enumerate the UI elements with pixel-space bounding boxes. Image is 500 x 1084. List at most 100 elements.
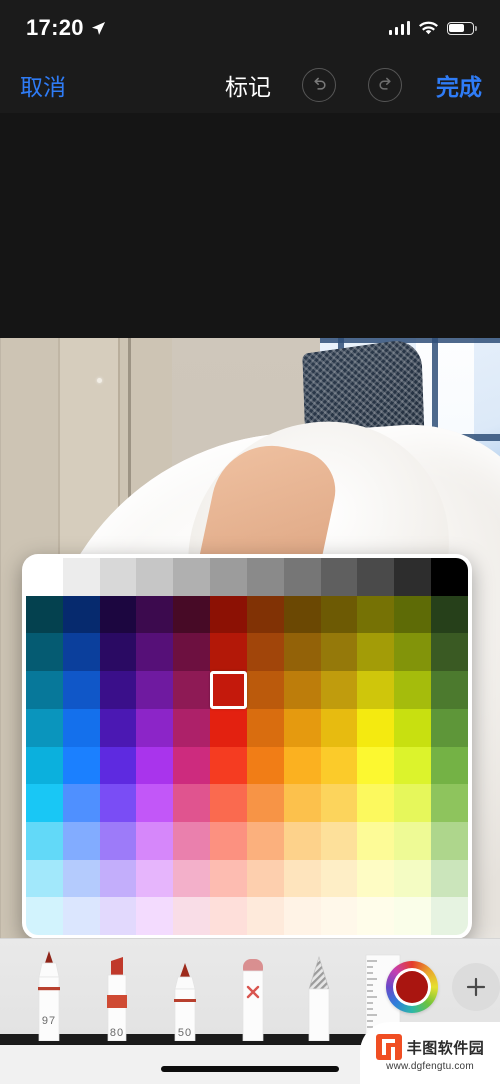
color-swatch[interactable] — [210, 746, 247, 785]
undo-button[interactable] — [302, 67, 336, 102]
color-swatch[interactable] — [62, 671, 100, 709]
color-swatch[interactable] — [210, 859, 247, 898]
color-swatch[interactable] — [173, 708, 211, 747]
color-swatch[interactable] — [62, 784, 100, 822]
color-swatch[interactable] — [357, 595, 395, 634]
color-swatch[interactable] — [99, 784, 137, 822]
color-swatch[interactable] — [320, 708, 358, 747]
color-swatch[interactable] — [431, 859, 468, 898]
color-swatch[interactable] — [320, 784, 358, 822]
color-swatch[interactable] — [173, 633, 211, 672]
color-swatch[interactable] — [173, 821, 211, 860]
color-swatch[interactable] — [62, 595, 100, 634]
color-swatch[interactable] — [357, 821, 395, 860]
color-swatch[interactable] — [320, 558, 358, 596]
color-swatch[interactable] — [283, 671, 321, 709]
color-swatch[interactable] — [99, 859, 137, 898]
color-swatch[interactable] — [246, 784, 284, 822]
color-swatch[interactable] — [246, 708, 284, 747]
redo-button[interactable] — [368, 67, 402, 102]
color-swatch[interactable] — [431, 784, 468, 822]
color-swatch[interactable] — [210, 897, 247, 935]
add-tool-button[interactable] — [452, 963, 500, 1011]
color-swatch[interactable] — [431, 595, 468, 634]
color-swatch[interactable] — [136, 859, 174, 898]
color-swatch[interactable] — [394, 821, 432, 860]
color-swatch[interactable] — [320, 821, 358, 860]
color-swatch[interactable] — [62, 746, 100, 785]
color-swatch[interactable] — [246, 671, 284, 709]
color-swatch[interactable] — [26, 784, 63, 822]
color-swatch[interactable] — [99, 633, 137, 672]
color-swatch[interactable] — [283, 746, 321, 785]
color-swatch[interactable] — [99, 558, 137, 596]
marker-tool[interactable]: 50 — [162, 949, 208, 1041]
color-swatch[interactable] — [99, 821, 137, 860]
color-swatch[interactable] — [320, 897, 358, 935]
color-swatch[interactable] — [246, 633, 284, 672]
color-swatch[interactable] — [320, 859, 358, 898]
cancel-button[interactable]: 取消 — [20, 68, 66, 102]
color-swatch[interactable] — [99, 897, 137, 935]
color-swatch[interactable] — [62, 558, 100, 596]
color-swatch[interactable] — [173, 859, 211, 898]
color-swatch[interactable] — [62, 897, 100, 935]
color-swatch[interactable] — [26, 897, 63, 935]
color-swatch[interactable] — [136, 746, 174, 785]
color-swatch[interactable] — [431, 558, 468, 596]
color-swatch[interactable] — [136, 708, 174, 747]
color-swatch[interactable] — [283, 784, 321, 822]
color-swatch[interactable] — [357, 633, 395, 672]
color-swatch[interactable] — [136, 821, 174, 860]
pen-tool[interactable]: 97 — [26, 949, 72, 1041]
color-swatch[interactable] — [26, 633, 63, 672]
color-swatch[interactable] — [283, 897, 321, 935]
color-swatch[interactable] — [357, 558, 395, 596]
color-swatch[interactable] — [283, 859, 321, 898]
color-swatch[interactable] — [320, 633, 358, 672]
color-swatch[interactable] — [62, 633, 100, 672]
color-swatch[interactable] — [357, 784, 395, 822]
color-swatch[interactable] — [26, 821, 63, 860]
color-swatch[interactable] — [283, 595, 321, 634]
color-picker-panel[interactable] — [22, 554, 472, 939]
color-swatch[interactable] — [210, 671, 247, 709]
color-swatch[interactable] — [173, 746, 211, 785]
color-swatch[interactable] — [136, 897, 174, 935]
color-swatch[interactable] — [210, 708, 247, 747]
color-swatch[interactable] — [136, 558, 174, 596]
color-swatch[interactable] — [26, 558, 63, 596]
color-swatch[interactable] — [173, 897, 211, 935]
color-swatch[interactable] — [431, 633, 468, 672]
color-swatch[interactable] — [394, 558, 432, 596]
color-swatch[interactable] — [26, 671, 63, 709]
color-swatch[interactable] — [431, 671, 468, 709]
color-swatch[interactable] — [210, 558, 247, 596]
color-swatch[interactable] — [173, 671, 211, 709]
color-swatch[interactable] — [394, 708, 432, 747]
color-swatch[interactable] — [62, 708, 100, 747]
color-swatch[interactable] — [246, 821, 284, 860]
color-swatch[interactable] — [26, 746, 63, 785]
color-swatch[interactable] — [431, 746, 468, 785]
color-swatch[interactable] — [246, 595, 284, 634]
color-swatch[interactable] — [173, 595, 211, 634]
color-swatch[interactable] — [136, 595, 174, 634]
color-swatch[interactable] — [173, 784, 211, 822]
color-swatch[interactable] — [394, 897, 432, 935]
color-swatch[interactable] — [357, 708, 395, 747]
color-swatch[interactable] — [394, 784, 432, 822]
color-swatch[interactable] — [246, 746, 284, 785]
color-swatch[interactable] — [210, 633, 247, 672]
color-swatch[interactable] — [210, 784, 247, 822]
color-swatch[interactable] — [283, 708, 321, 747]
color-swatch[interactable] — [431, 708, 468, 747]
color-swatch[interactable] — [26, 708, 63, 747]
color-swatch[interactable] — [246, 558, 284, 596]
color-swatch[interactable] — [394, 595, 432, 634]
color-swatch[interactable] — [62, 821, 100, 860]
color-swatch[interactable] — [431, 897, 468, 935]
color-swatch[interactable] — [283, 558, 321, 596]
color-wheel-button[interactable] — [386, 961, 438, 1013]
color-swatch-grid[interactable] — [26, 558, 468, 935]
